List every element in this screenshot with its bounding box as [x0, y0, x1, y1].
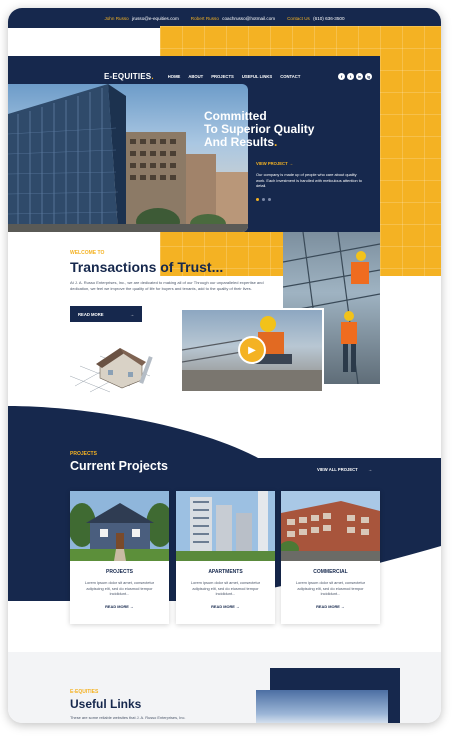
card-title: COMMERCIAL [313, 569, 348, 575]
building-illustration [8, 84, 248, 232]
card-title: APARTMENTS [208, 569, 243, 575]
project-card-apartments[interactable]: APARTMENTS Lorem ipsum dolor sit amet, c… [176, 491, 275, 624]
view-project-link[interactable]: VIEW PROJECT → [256, 161, 293, 166]
top-contact-bar: John Russo jrusso@e-equities.com Robert … [8, 8, 441, 28]
commercial-photo [281, 491, 380, 561]
slider-dot-2[interactable] [262, 198, 265, 201]
arrow-right-icon: → [367, 467, 372, 472]
welcome-text: At J. A. Russo Enterprises, Inc., we are… [70, 280, 264, 291]
page-frame: John Russo jrusso@e-equities.com Robert … [8, 8, 441, 723]
house-model-illustration [70, 348, 153, 393]
slider-dot-1[interactable] [256, 198, 259, 201]
nav-menu: HOME ABOUT PROJECTS USEFUL LINKS CONTACT [168, 74, 301, 79]
hero-description: Our company is made up of people who car… [256, 172, 362, 189]
slider-dot-3[interactable] [268, 198, 271, 201]
read-more-button[interactable]: READ MORE → [70, 306, 142, 322]
projects-eyebrow: PROJECTS [70, 451, 97, 457]
site-logo[interactable]: E-EQUITIES. [104, 72, 154, 81]
video-thumbnail[interactable]: ▶ [180, 308, 324, 393]
card-text: Lorem ipsum dolor sit amet, consectetur … [84, 580, 155, 597]
view-all-projects-button[interactable]: VIEW ALL PROJECT → [309, 461, 380, 478]
nav-item-useful-links[interactable]: USEFUL LINKS [242, 74, 272, 79]
instagram-icon[interactable]: ig [365, 72, 372, 80]
projects-title: Current Projects [70, 459, 168, 473]
welcome-title: Transactions of Trust... [70, 259, 224, 275]
card-read-more-link[interactable]: READ MORE → [176, 604, 275, 609]
apartments-photo [176, 491, 275, 561]
play-icon[interactable]: ▶ [238, 336, 266, 364]
contact-john[interactable]: John Russo jrusso@e-equities.com [104, 16, 178, 21]
welcome-eyebrow: WELCOME TO [70, 250, 105, 256]
nav-item-home[interactable]: HOME [168, 74, 181, 79]
card-read-more-link[interactable]: READ MORE → [281, 604, 380, 609]
project-card-projects[interactable]: PROJECTS Lorem ipsum dolor sit amet, con… [70, 491, 169, 624]
card-title: PROJECTS [106, 569, 133, 575]
facebook-icon[interactable]: f [338, 72, 345, 80]
nav-item-contact[interactable]: CONTACT [280, 74, 300, 79]
links-text: These are some reliable websites that J.… [70, 715, 186, 720]
contact-robert[interactable]: Robert Russo coachrusso@hotmail.com [191, 16, 275, 21]
links-eyebrow: E-EQUITIES [70, 689, 99, 695]
links-title: Useful Links [70, 697, 142, 711]
card-text: Lorem ipsum dolor sit amet, consectetur … [190, 580, 261, 597]
arrow-right-icon: → [288, 161, 294, 166]
card-read-more-link[interactable]: READ MORE → [70, 604, 169, 609]
twitter-icon[interactable]: t [347, 72, 354, 80]
main-navbar: E-EQUITIES. HOME ABOUT PROJECTS USEFUL L… [104, 65, 380, 87]
linkedin-icon[interactable]: in [356, 72, 363, 80]
links-photo [256, 690, 388, 723]
arrow-right-icon: → [129, 311, 134, 317]
hero-title: Committed To Superior Quality And Result… [204, 109, 315, 149]
nav-item-projects[interactable]: PROJECTS [211, 74, 234, 79]
project-card-commercial[interactable]: COMMERCIAL Lorem ipsum dolor sit amet, c… [281, 491, 380, 624]
house-photo [70, 491, 169, 561]
card-text: Lorem ipsum dolor sit amet, consectetur … [295, 580, 366, 597]
slider-dots [256, 198, 271, 201]
nav-item-about[interactable]: ABOUT [188, 74, 203, 79]
contact-us[interactable]: Contact Us (610) 636-3500 [287, 16, 344, 21]
hero-building-photo [8, 84, 248, 232]
social-links: f t in ig [338, 72, 372, 80]
